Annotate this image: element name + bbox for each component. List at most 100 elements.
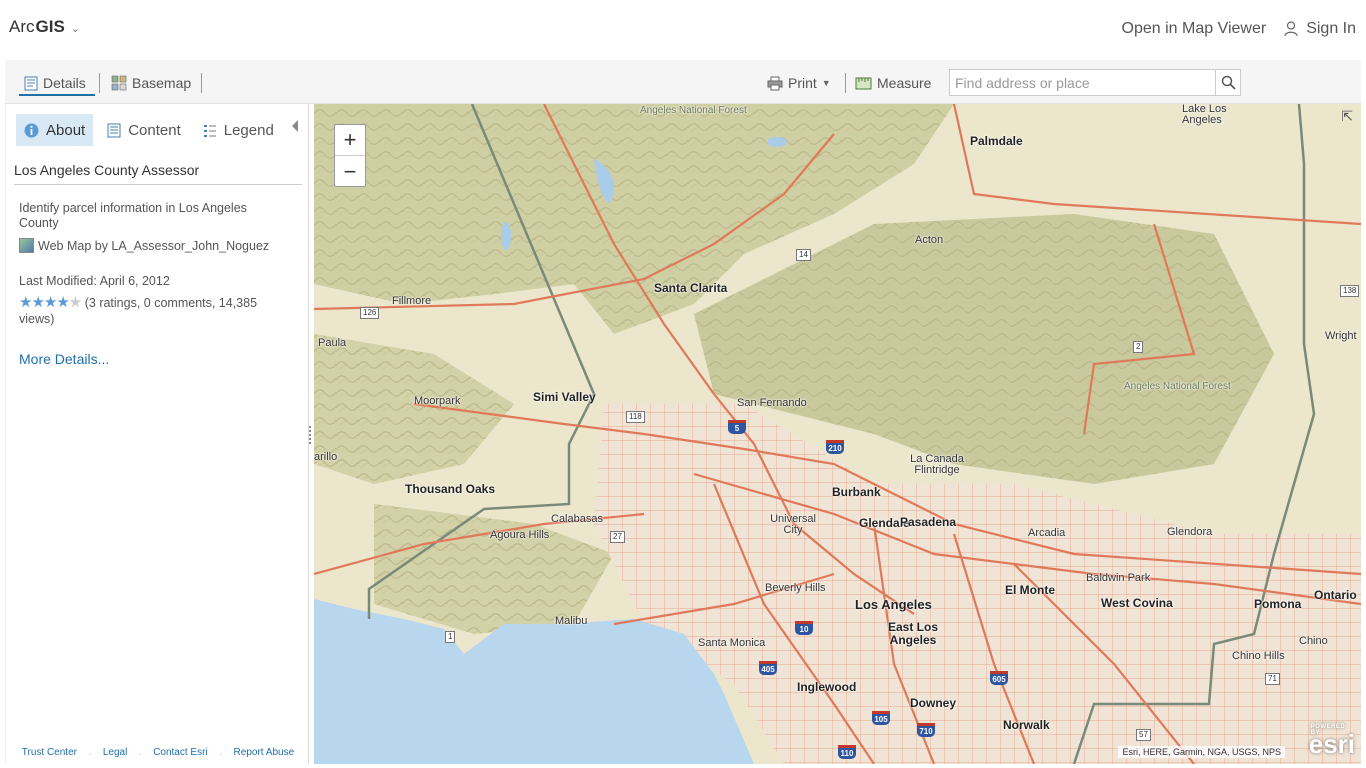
map-label: Chino Hills [1232,650,1285,662]
map-label: Glendora [1167,526,1213,538]
map-description: Identify parcel information in Los Angel… [19,201,247,230]
legal-link[interactable]: Legal [103,747,127,758]
route-shield: 14 [796,249,811,261]
tab-content-label: Content [128,121,181,139]
brand-prefix: Arc [9,17,35,36]
caret-down-icon: ▼ [821,78,831,88]
map-label: arillo [314,451,338,463]
contact-esri-link[interactable]: Contact Esri [153,747,207,758]
route-shield: 138 [1340,285,1360,297]
content-icon [107,123,121,137]
route-shield: 2 [1133,341,1144,353]
map-owner: Web Map by LA_Assessor_John_Noguez [19,238,299,253]
route-shield: 27 [610,531,625,543]
more-details-link[interactable]: More Details... [19,351,109,367]
open-in-map-viewer-link[interactable]: Open in Map Viewer [1122,20,1267,38]
top-header: Arc GIS ⌄ Open in Map Viewer Sign In [0,0,1366,60]
panel-footer: Trust Center . Legal . Contact Esri . Re… [6,747,310,758]
active-tab-indicator [19,94,95,96]
details-panel: About Content Legend Los Angeles County … [5,104,309,764]
search-button[interactable] [1215,70,1240,95]
map-label: Thousand Oaks [405,482,496,496]
map-label: Arcadia [1028,527,1066,539]
basemap-button[interactable]: Basemap [111,71,191,95]
last-modified: Last Modified: April 6, 2012 [19,274,170,288]
panel-resize-handle[interactable] [309,426,313,444]
collapse-panel-icon[interactable] [292,120,298,132]
chevron-down-icon: ⌄ [70,22,81,35]
sign-in-label: Sign In [1306,20,1356,37]
powered-by-text: POWERED BY [1310,724,1346,736]
map-owner-text: Web Map by LA_Assessor_John_Noguez [38,238,270,253]
trust-center-link[interactable]: Trust Center [22,747,77,758]
map-label: Malibu [555,615,588,627]
map-label: Inglewood [797,680,857,694]
map-label: Los Angeles [855,597,932,612]
map-label: Angeles National Forest [1124,382,1231,392]
map-view[interactable]: + − ⇱ Angeles National Forest Lake Los A… [314,104,1361,764]
route-shield: 126 [360,307,380,319]
rating-stars-icon[interactable]: ★★★★★ [19,294,82,311]
basemap-grid-icon [111,75,127,91]
map-label: Pomona [1254,597,1302,611]
details-icon [24,76,38,90]
map-label: Baldwin Park [1086,572,1151,584]
interstate-shield: 105 [872,711,890,725]
basemap-label: Basemap [132,75,192,91]
interstate-shield: 605 [990,671,1008,685]
print-button[interactable]: Print ▼ [767,71,831,95]
web-map-icon [19,238,34,253]
route-shield: 57 [1136,729,1151,741]
details-label: Details [43,75,86,91]
tab-legend[interactable]: Legend [195,114,282,146]
header-actions: Open in Map Viewer Sign In [1122,20,1356,38]
map-label: La Canada Flintridge [910,453,964,476]
search-input[interactable] [950,70,1215,95]
footer-separator: . [88,747,92,758]
map-label: Palmdale [970,134,1023,148]
map-label: Ontario [1314,588,1357,602]
map-label: Downey [910,696,957,710]
interstate-shield: 10 [795,621,813,635]
tab-content[interactable]: Content [99,114,189,146]
brand-suffix: GIS [35,17,65,36]
interstate-shield: 405 [759,661,777,675]
map-label: West Covina [1101,596,1173,610]
map-label: Santa Monica [698,637,766,649]
map-label: Norwalk [1003,718,1050,732]
arcgis-brand-menu[interactable]: Arc GIS ⌄ [9,17,80,37]
footer-separator: . [138,747,142,758]
route-shield: 118 [626,411,645,423]
map-label: East Los Angeles [887,620,938,647]
report-abuse-link[interactable]: Report Abuse [234,747,295,758]
map-label: Calabasas [551,513,603,525]
interstate-shield: 210 [826,440,844,454]
panel-tabs: About Content Legend [16,114,282,146]
ruler-icon [855,77,872,89]
zoom-control: + − [334,124,366,187]
zoom-in-button[interactable]: + [335,125,365,156]
map-label: Pasadena [900,515,957,529]
tab-about[interactable]: About [16,114,94,146]
expand-map-icon[interactable]: ⇱ [1341,108,1353,125]
map-label: Acton [915,234,944,246]
footer-separator: . [219,747,222,758]
map-label: Universal City [770,513,816,536]
measure-button[interactable]: Measure [855,71,931,95]
legend-list-icon [203,124,216,137]
basemap-terrain [314,104,1361,764]
toolbar-divider [99,73,100,93]
sign-in-link[interactable]: Sign In [1284,20,1356,38]
details-button[interactable]: Details [24,71,86,95]
info-icon [24,123,39,137]
map-label: Paula [318,337,347,349]
map-title: Los Angeles County Assessor [14,162,302,185]
esri-logo[interactable]: POWERED BY esri [1309,724,1355,760]
zoom-out-button[interactable]: − [335,156,365,187]
toolbar-divider [201,73,202,93]
map-label: San Fernando [737,397,807,409]
main-toolbar: Details Basemap Print ▼ Measure [5,60,1361,104]
map-label: Chino [1299,635,1328,647]
route-shield: 1 [445,631,456,643]
search-icon [1221,75,1236,90]
